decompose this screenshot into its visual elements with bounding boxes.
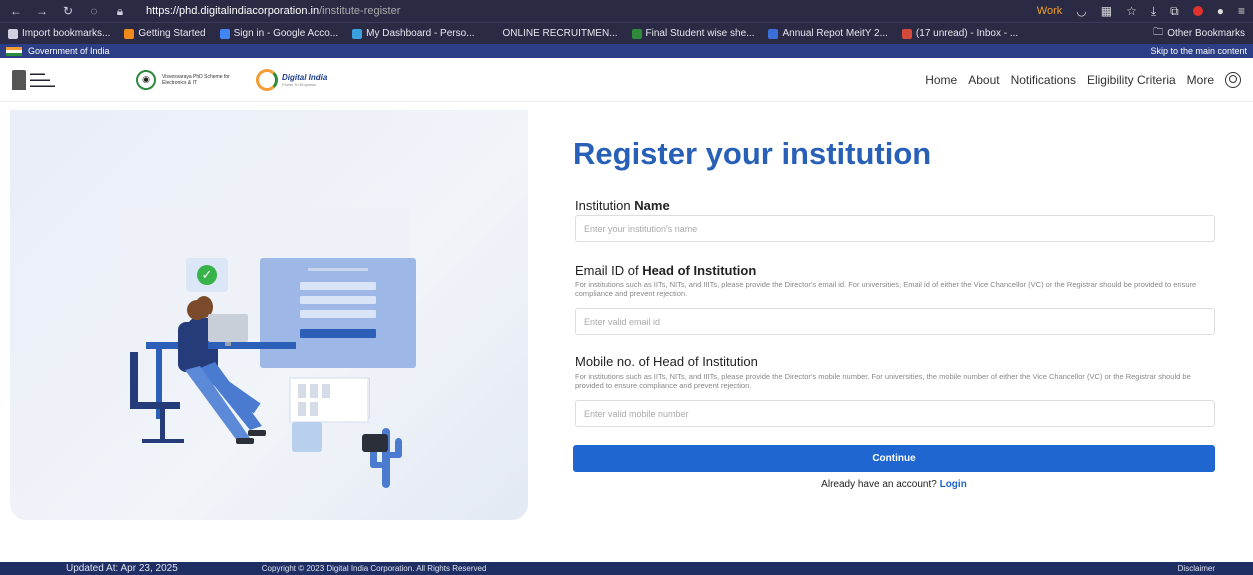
bookmark-label: ONLINE RECRUITMEN... xyxy=(502,28,618,39)
desk-scene-illustration xyxy=(130,300,388,452)
vv-logo-text: Visvesvaraya PhD Scheme for Electronics … xyxy=(162,73,230,86)
user-profile-icon[interactable] xyxy=(1225,71,1241,88)
folder-icon: 🗀︎ xyxy=(1153,27,1164,38)
meity-logo-text: ▬▬▬ ▬▬▬▬ ▬▬▬▬▬ xyxy=(30,70,55,89)
digital-india-mark-icon xyxy=(256,68,278,91)
institution-label-plain: Institution xyxy=(575,198,635,213)
bookmark-item[interactable]: Import bookmarks... xyxy=(8,28,110,39)
email-label: Email ID of Head of Institution xyxy=(575,263,756,278)
bookmark-label: Final Student wise she... xyxy=(645,28,755,39)
bookmark-favicon-icon xyxy=(901,28,912,39)
bookmark-label: Getting Started xyxy=(138,28,206,39)
vv-scheme-logo[interactable]: ◉ Visvesvaraya PhD Scheme for Electronic… xyxy=(136,69,232,90)
browser-toolbar-right: Work ◡ ▦ ☆ ⤓ ⧉ ● ≡ xyxy=(1037,4,1245,19)
continue-button[interactable]: Continue xyxy=(573,445,1215,472)
emblem-icon xyxy=(12,69,26,90)
updated-at: Updated At: Apr 23, 2025 xyxy=(66,563,178,574)
nav-eligibility-criteria[interactable]: Eligibility Criteria xyxy=(1087,73,1176,87)
main-content: ✓ Register your institution Institution … xyxy=(0,110,1253,562)
bookmark-label: (17 unread) - Inbox - ... xyxy=(915,28,1019,39)
bookmark-favicon-icon xyxy=(488,28,499,39)
pocket-icon[interactable]: ◡ xyxy=(1076,4,1086,18)
institution-label-bold: Name xyxy=(634,198,670,213)
browser-toolbar: ← → ↻ ◌ 🔒︎ https://phd.digitalindiacorpo… xyxy=(0,0,1253,22)
copyright: Copyright © 2023 Digital India Corporati… xyxy=(261,564,487,573)
download-icon[interactable]: ⤓ xyxy=(1151,4,1156,19)
skip-link[interactable]: Skip to the main content xyxy=(1150,46,1247,56)
email-input[interactable] xyxy=(575,308,1215,335)
reload-icon[interactable]: ↻ xyxy=(60,4,76,18)
notification-dot-icon[interactable] xyxy=(1192,6,1203,16)
bookmark-item[interactable]: Final Student wise she... xyxy=(631,28,755,39)
institution-name-input[interactable] xyxy=(575,215,1215,242)
nav-home[interactable]: Home xyxy=(925,73,957,87)
bookmark-label: Annual Repot MeitY 2... xyxy=(782,28,888,39)
menu-icon[interactable]: ≡ xyxy=(1238,4,1245,18)
nav-about[interactable]: About xyxy=(968,73,999,87)
site-footer: Updated At: Apr 23, 2025 Copyright © 202… xyxy=(0,562,1253,575)
login-prompt-text: Already have an account? xyxy=(821,479,940,490)
institution-name-label: Institution Name xyxy=(575,198,670,213)
mobile-input[interactable] xyxy=(575,400,1215,427)
digital-india-logo[interactable]: Digital India Power To Empower xyxy=(256,68,328,91)
bookmark-label: Import bookmarks... xyxy=(22,28,111,39)
india-flag-icon xyxy=(6,46,22,56)
grid-icon[interactable]: ▦ xyxy=(1101,4,1112,18)
lock-icon: 🔒︎ xyxy=(116,3,124,18)
forward-icon[interactable]: → xyxy=(34,4,50,18)
url-host: https://phd.digitalindiacorporation.in xyxy=(146,5,320,17)
mobile-label: Mobile no. of Head of Institution xyxy=(575,354,758,369)
bookmark-item[interactable]: Getting Started xyxy=(124,28,206,39)
site-header: ▬▬▬ ▬▬▬▬ ▬▬▬▬▬ ◉ Visvesvaraya PhD Scheme f… xyxy=(0,58,1253,102)
other-bookmarks-label: Other Bookmarks xyxy=(1167,28,1245,39)
email-help-text: For institutions such as IITs, NITs, and… xyxy=(575,280,1197,298)
bookmark-label: My Dashboard - Perso... xyxy=(366,28,475,39)
shield-icon[interactable]: ◌ xyxy=(86,4,102,18)
page-title: Register your institution xyxy=(573,136,932,171)
back-icon[interactable]: ← xyxy=(8,4,24,18)
nav-notifications[interactable]: Notifications xyxy=(1011,73,1076,87)
gov-label: Government of India xyxy=(28,46,110,56)
container-tag[interactable]: Work xyxy=(1037,5,1062,17)
star-icon[interactable]: ☆ xyxy=(1126,4,1137,18)
account-icon[interactable]: ● xyxy=(1217,4,1224,18)
bookmark-favicon-icon xyxy=(631,28,642,39)
vv-emblem-icon: ◉ xyxy=(136,69,156,90)
bookmark-favicon-icon xyxy=(219,28,230,39)
other-bookmarks[interactable]: 🗀︎ Other Bookmarks xyxy=(1153,25,1245,42)
address-bar[interactable]: https://phd.digitalindiacorporation.in/i… xyxy=(146,5,400,17)
digital-india-tagline: Power To Empower xyxy=(282,81,317,87)
bookmark-item[interactable]: ONLINE RECRUITMEN... xyxy=(488,28,618,39)
email-label-bold: Head of Institution xyxy=(642,263,757,278)
bookmark-favicon-icon xyxy=(124,28,135,39)
meity-logo[interactable]: ▬▬▬ ▬▬▬▬ ▬▬▬▬▬ xyxy=(12,68,112,92)
login-link[interactable]: Login xyxy=(940,479,967,490)
bookmark-favicon-icon xyxy=(8,28,18,39)
digital-india-text: Digital India xyxy=(282,72,328,82)
url-path: /institute-register xyxy=(319,5,401,17)
disclaimer-link[interactable]: Disclaimer xyxy=(1178,564,1215,573)
bookmark-label: Sign in - Google Acco... xyxy=(233,28,339,39)
bookmark-favicon-icon xyxy=(352,28,363,39)
extensions-icon[interactable]: ⧉ xyxy=(1170,4,1179,19)
mobile-help-text: For institutions such as IITs, NITs, and… xyxy=(575,372,1191,390)
login-prompt: Already have an account? Login xyxy=(573,479,1215,490)
bookmark-item[interactable]: Sign in - Google Acco... xyxy=(219,28,339,39)
bookmark-item[interactable]: My Dashboard - Perso... xyxy=(352,28,475,39)
nav-more[interactable]: More xyxy=(1187,73,1214,87)
gov-strip: Government of India Skip to the main con… xyxy=(0,44,1253,58)
bookmark-favicon-icon xyxy=(768,28,779,39)
bookmark-item[interactable]: (17 unread) - Inbox - ... xyxy=(901,28,1019,39)
email-label-plain: Email ID of xyxy=(575,263,643,278)
main-nav: Home About Notifications Eligibility Cri… xyxy=(925,71,1241,88)
bookmarks-bar: Import bookmarks... Getting Started Sign i… xyxy=(0,22,1253,44)
bookmark-item[interactable]: Annual Repot MeitY 2... xyxy=(768,28,888,39)
